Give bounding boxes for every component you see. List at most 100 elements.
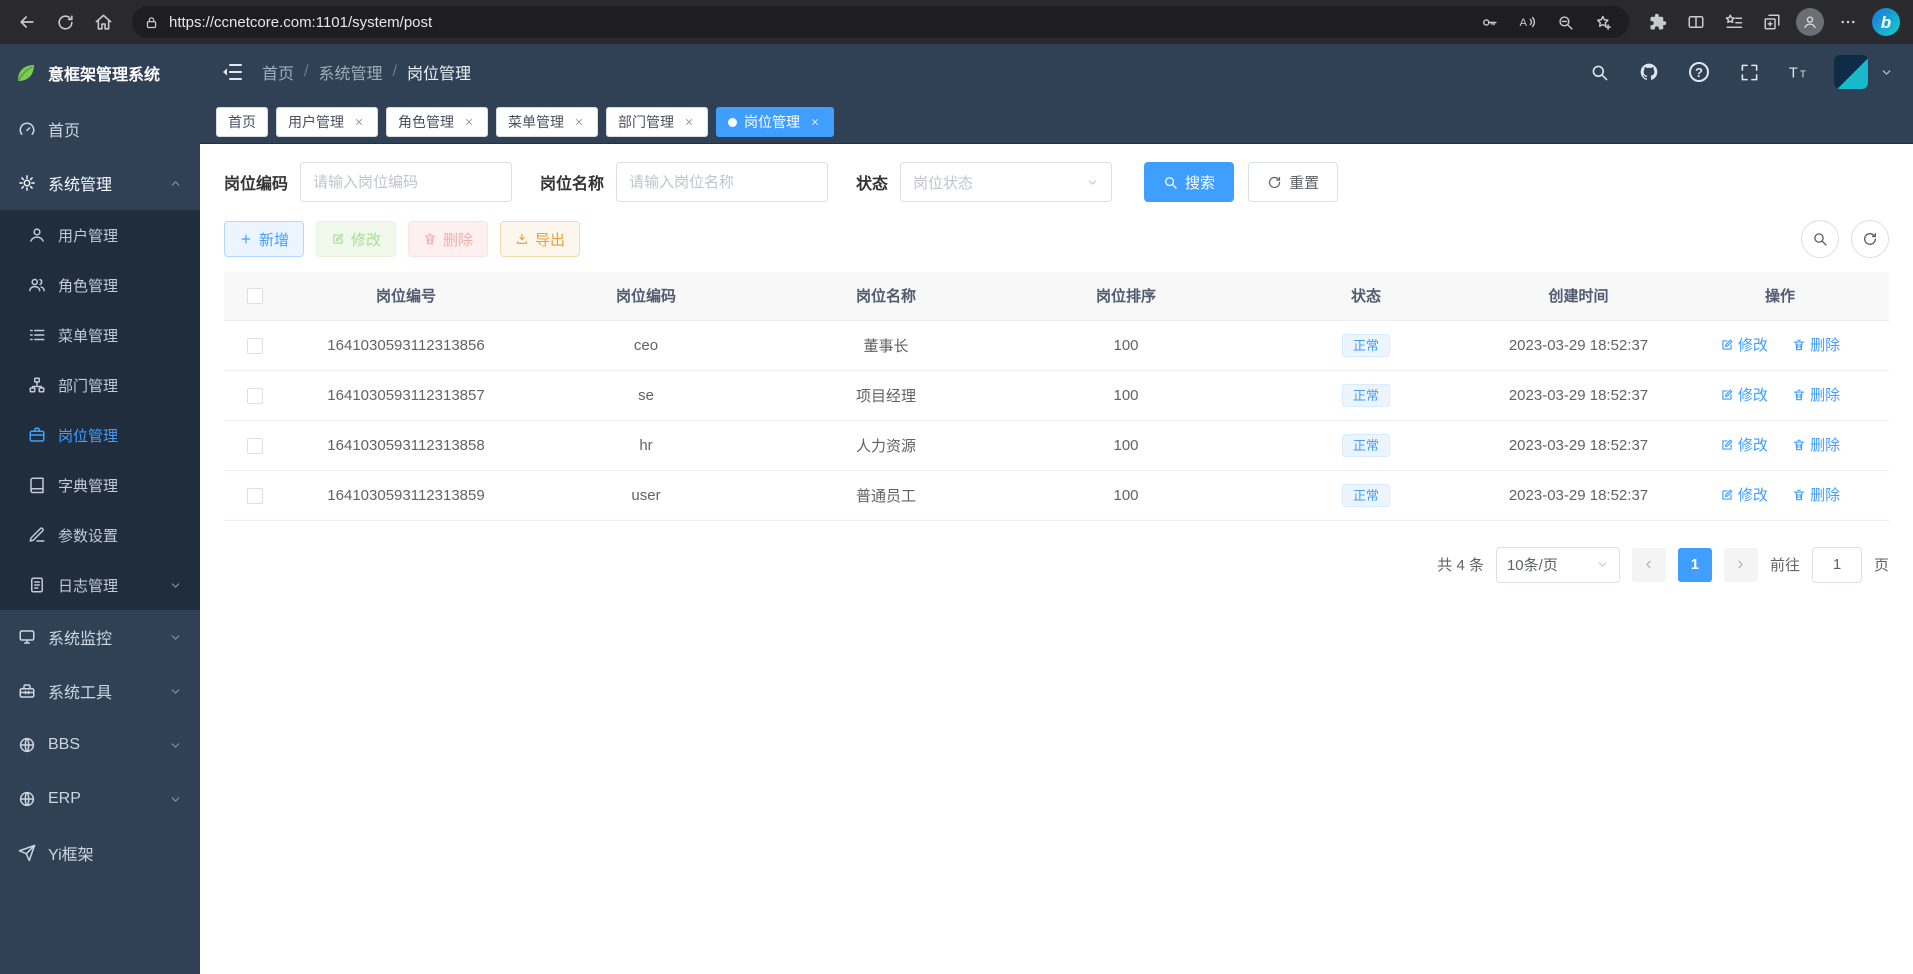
read-aloud-button[interactable]: A: [1513, 8, 1541, 36]
row-checkbox[interactable]: [247, 438, 263, 454]
tab-menu-management[interactable]: 菜单管理: [496, 107, 598, 137]
tab-post-management[interactable]: 岗位管理: [716, 107, 834, 137]
row-checkbox[interactable]: [247, 338, 263, 354]
row-checkbox[interactable]: [247, 488, 263, 504]
gear-icon: [18, 174, 36, 192]
delete-button[interactable]: 删除: [408, 221, 488, 257]
row-edit-link[interactable]: 修改: [1720, 484, 1768, 505]
header-github-button[interactable]: [1634, 57, 1664, 87]
browser-home-button[interactable]: [86, 5, 120, 39]
edit-button[interactable]: 修改: [316, 221, 396, 257]
cell-post-name: 项目经理: [766, 370, 1006, 420]
next-page-button[interactable]: [1724, 548, 1758, 582]
header-help-button[interactable]: ?: [1684, 57, 1714, 87]
copilot-button[interactable]: b: [1869, 5, 1903, 39]
paper-plane-icon: [18, 844, 36, 862]
export-button[interactable]: 导出: [500, 221, 580, 257]
toggle-search-button[interactable]: [1801, 220, 1839, 258]
row-edit-link[interactable]: 修改: [1720, 434, 1768, 455]
tab-close-button[interactable]: [351, 115, 366, 130]
row-edit-link[interactable]: 修改: [1720, 334, 1768, 355]
select-all-checkbox[interactable]: [247, 288, 263, 304]
list-icon: [28, 326, 46, 344]
sidebar-item-label: 参数设置: [58, 525, 118, 546]
breadcrumb-system[interactable]: 系统管理: [318, 60, 382, 84]
cell-post-name: 董事长: [766, 320, 1006, 370]
row-checkbox[interactable]: [247, 388, 263, 404]
tab-user-management[interactable]: 用户管理: [276, 107, 378, 137]
leaf-logo-icon: [14, 61, 38, 85]
profile-avatar: [1796, 8, 1824, 36]
goto-page-input[interactable]: [1812, 547, 1862, 583]
favorites-button[interactable]: [1717, 5, 1751, 39]
sidebar-item-log-management[interactable]: 日志管理: [0, 560, 200, 610]
tab-close-button[interactable]: [461, 115, 476, 130]
sidebar-item-yi-framework[interactable]: Yi框架: [0, 826, 200, 880]
sidebar-item-dict-management[interactable]: 字典管理: [0, 460, 200, 510]
header-search-button[interactable]: [1584, 57, 1614, 87]
tab-label: 角色管理: [398, 112, 454, 132]
add-button[interactable]: 新增: [224, 221, 304, 257]
page-number-button[interactable]: 1: [1678, 548, 1712, 582]
sidebar-item-param-settings[interactable]: 参数设置: [0, 510, 200, 560]
row-edit-link[interactable]: 修改: [1720, 384, 1768, 405]
row-delete-link[interactable]: 删除: [1792, 484, 1840, 505]
prev-page-button[interactable]: [1632, 548, 1666, 582]
sidebar-item-post-management[interactable]: 岗位管理: [0, 410, 200, 460]
tab-role-management[interactable]: 角色管理: [386, 107, 488, 137]
extensions-button[interactable]: [1641, 5, 1675, 39]
sidebar-item-dept-management[interactable]: 部门管理: [0, 360, 200, 410]
sidebar-item-system-monitor[interactable]: 系统监控: [0, 610, 200, 664]
tab-close-button[interactable]: [571, 115, 586, 130]
browser-menu-button[interactable]: [1831, 5, 1865, 39]
tab-label: 用户管理: [288, 112, 344, 132]
post-code-input[interactable]: [300, 162, 512, 202]
search-form: 岗位编码 岗位名称 状态 岗位状态: [224, 162, 1889, 202]
sidebar-item-system-tools[interactable]: 系统工具: [0, 664, 200, 718]
reset-button[interactable]: 重置: [1248, 162, 1338, 202]
address-bar-url[interactable]: https://ccnetcore.com:1101/system/post: [169, 14, 1465, 31]
cell-post-sort: 100: [1006, 470, 1246, 520]
row-delete-link[interactable]: 删除: [1792, 334, 1840, 355]
sidebar-item-menu-management[interactable]: 菜单管理: [0, 310, 200, 360]
password-key-button[interactable]: [1475, 8, 1503, 36]
sidebar-item-user-management[interactable]: 用户管理: [0, 210, 200, 260]
breadcrumb-home[interactable]: 首页: [262, 60, 294, 84]
tab-home[interactable]: 首页: [216, 107, 268, 137]
browser-profile-button[interactable]: [1793, 5, 1827, 39]
cell-post-id: 1641030593112313856: [286, 320, 526, 370]
sidebar-item-home[interactable]: 首页: [0, 102, 200, 156]
add-favorite-button[interactable]: [1589, 8, 1617, 36]
user-avatar[interactable]: [1834, 55, 1868, 89]
search-icon: [1163, 175, 1178, 190]
search-button[interactable]: 搜索: [1144, 162, 1234, 202]
tab-dept-management[interactable]: 部门管理: [606, 107, 708, 137]
split-screen-button[interactable]: [1679, 5, 1713, 39]
zoom-button[interactable]: [1551, 8, 1579, 36]
browser-refresh-button[interactable]: [48, 5, 82, 39]
status-select[interactable]: 岗位状态: [900, 162, 1112, 202]
tab-close-button[interactable]: [681, 115, 696, 130]
chevron-down-icon: [169, 685, 182, 698]
post-name-input[interactable]: [616, 162, 828, 202]
cell-post-sort: 100: [1006, 420, 1246, 470]
sidebar-item-bbs[interactable]: BBS: [0, 718, 200, 772]
header-font-size-button[interactable]: TT: [1784, 57, 1814, 87]
sidebar-fold-icon[interactable]: [220, 60, 244, 84]
row-delete-link[interactable]: 删除: [1792, 434, 1840, 455]
status-badge: 正常: [1342, 434, 1390, 457]
tab-close-button[interactable]: [807, 115, 822, 130]
browser-back-button[interactable]: [10, 5, 44, 39]
header-fullscreen-button[interactable]: [1734, 57, 1764, 87]
sidebar: 意框架管理系统 首页 系统管理 用户管理: [0, 44, 200, 974]
app-logo[interactable]: 意框架管理系统: [0, 44, 200, 102]
collections-button[interactable]: [1755, 5, 1789, 39]
sidebar-item-erp[interactable]: ERP: [0, 772, 200, 826]
chevron-down-icon[interactable]: [1880, 66, 1893, 79]
address-bar[interactable]: https://ccnetcore.com:1101/system/post A: [132, 6, 1629, 38]
sidebar-item-role-management[interactable]: 角色管理: [0, 260, 200, 310]
row-delete-link[interactable]: 删除: [1792, 384, 1840, 405]
refresh-table-button[interactable]: [1851, 220, 1889, 258]
page-size-select[interactable]: 10条/页: [1496, 547, 1620, 583]
sidebar-item-system-management[interactable]: 系统管理: [0, 156, 200, 210]
